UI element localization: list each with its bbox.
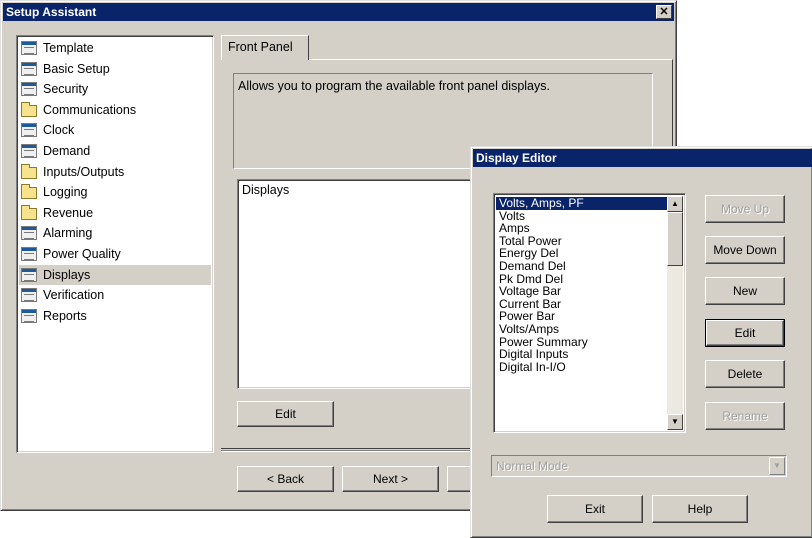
nav-item[interactable]: Inputs/Outputs — [19, 162, 209, 182]
exit-button[interactable]: Exit — [547, 495, 643, 523]
page-icon — [21, 123, 37, 138]
listbox-scrollbar[interactable]: ▲ ▼ — [667, 196, 683, 430]
page-icon — [21, 308, 37, 323]
mode-dropdown-arrow[interactable]: ▼ — [769, 457, 785, 475]
edit-button[interactable]: Edit — [237, 401, 334, 427]
nav-item[interactable]: Template — [19, 38, 209, 58]
display-list-item[interactable]: Amps — [496, 222, 668, 235]
mode-value: Normal Mode — [496, 459, 569, 473]
nav-item[interactable]: Alarming — [19, 223, 209, 243]
dialog-title: Display Editor — [476, 151, 557, 165]
description-text: Allows you to program the available fron… — [238, 79, 550, 93]
move-up-button[interactable]: Move Up — [705, 195, 785, 223]
setup-assistant-titlebar[interactable]: Setup Assistant ✕ — [3, 3, 674, 21]
nav-item-label: Security — [43, 82, 89, 97]
help-button[interactable]: Help — [652, 495, 748, 523]
page-icon — [21, 226, 37, 241]
tab-label: Front Panel — [228, 40, 293, 54]
back-button[interactable]: < Back — [237, 466, 334, 492]
nav-item-label: Alarming — [43, 226, 93, 241]
new-button[interactable]: New — [705, 277, 785, 305]
display-list-item[interactable]: Voltage Bar — [496, 285, 668, 298]
folder-icon — [21, 163, 37, 179]
nav-item-label: Revenue — [43, 205, 94, 220]
nav-item[interactable]: Power Quality — [19, 244, 209, 264]
nav-item-label: Verification — [43, 288, 105, 303]
window-title: Setup Assistant — [6, 5, 97, 19]
tab-front-panel[interactable]: Front Panel — [221, 35, 309, 60]
page-icon — [21, 82, 37, 97]
display-list-item[interactable]: Demand Del — [496, 260, 668, 273]
close-button[interactable]: ✕ — [656, 5, 672, 19]
move-down-button[interactable]: Move Down — [705, 236, 785, 264]
display-editor-titlebar[interactable]: Display Editor — [473, 149, 812, 167]
nav-item[interactable]: Demand — [19, 141, 209, 161]
scroll-down-icon: ▼ — [671, 417, 679, 426]
nav-item[interactable]: Verification — [19, 285, 209, 305]
edit-display-button[interactable]: Edit — [705, 319, 785, 347]
display-items: Volts, Amps, PF Volts Amps Total Power Energ… — [496, 197, 668, 373]
nav-item-label: Reports — [43, 308, 87, 323]
rename-button[interactable]: Rename — [705, 402, 785, 430]
scroll-up-icon: ▲ — [671, 199, 679, 208]
chevron-down-icon: ▼ — [773, 461, 781, 470]
nav-item-label: Displays — [43, 267, 91, 282]
nav-item-label: Template — [43, 41, 94, 55]
display-editor-dialog: Display Editor Volts, Amps, PF Volts Amps T… — [470, 146, 812, 538]
nav-item[interactable]: Security — [19, 79, 209, 99]
display-list-item[interactable]: Volts/Amps — [496, 323, 668, 336]
page-icon — [21, 267, 37, 282]
scroll-down-button[interactable]: ▼ — [667, 414, 683, 430]
display-list-item[interactable]: Digital In-I/O — [496, 361, 668, 374]
nav-item[interactable]: Revenue — [19, 203, 209, 223]
nav-item-label: Inputs/Outputs — [43, 164, 125, 179]
nav-item-label: Logging — [43, 185, 88, 200]
nav-item-label: Demand — [43, 144, 91, 158]
page-icon — [21, 61, 37, 76]
nav-item-label: Clock — [43, 123, 75, 138]
delete-button[interactable]: Delete — [705, 360, 785, 388]
nav-item[interactable]: Clock — [19, 120, 209, 140]
page-icon — [21, 144, 37, 158]
nav-item[interactable]: Logging — [19, 182, 209, 202]
display-list-item[interactable]: Volts, Amps, PF — [496, 197, 668, 210]
nav-item[interactable]: Displays — [19, 264, 211, 285]
display-listbox[interactable]: Volts, Amps, PF Volts Amps Total Power Energ… — [493, 193, 686, 433]
nav-item-label: Basic Setup — [43, 61, 110, 76]
nav-item-label: Communications — [43, 102, 137, 117]
nav-item[interactable]: Basic Setup — [19, 59, 209, 79]
nav-item[interactable]: Communications — [19, 100, 209, 120]
mode-dropdown[interactable]: Normal Mode ▼ — [491, 455, 787, 477]
folder-icon — [21, 101, 37, 117]
close-icon: ✕ — [659, 6, 669, 18]
page-icon — [21, 247, 37, 261]
folder-icon — [21, 184, 37, 200]
next-button[interactable]: Next > — [342, 466, 439, 492]
scroll-thumb[interactable] — [667, 212, 683, 266]
navigation-tree[interactable]: Template Basic Setup Security Communication… — [16, 35, 214, 453]
nav-item[interactable]: Reports — [19, 306, 209, 326]
page-icon — [21, 41, 37, 55]
nav-item-label: Power Quality — [43, 247, 121, 261]
page-icon — [21, 288, 37, 303]
folder-icon — [21, 204, 37, 220]
scroll-up-button[interactable]: ▲ — [667, 196, 683, 212]
display-list-item[interactable]: Digital Inputs — [496, 348, 668, 361]
